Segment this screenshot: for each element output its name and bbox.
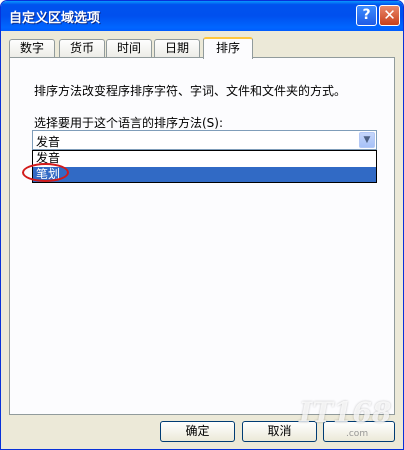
window-title: 自定义区域选项 xyxy=(9,11,101,26)
close-button[interactable]: ✕ xyxy=(379,5,400,26)
sort-method-selected-value: 发音 xyxy=(36,135,61,149)
tab-date[interactable]: 日期 xyxy=(154,39,200,58)
tab-currency[interactable]: 货币 xyxy=(59,39,105,58)
sort-method-label: 选择要用于这个语言的排序方法(S): xyxy=(34,116,224,130)
tab-sort[interactable]: 排序 xyxy=(203,37,253,59)
red-annotation-circle xyxy=(22,163,69,182)
dialog-window: 自定义区域选项 ? ✕ 数字 货币 时间 日期 排序 排序方法改变程序排序字符、… xyxy=(0,0,404,450)
sort-tab-panel: 排序方法改变程序排序字符、字词、文件和文件夹的方式。 选择要用于这个语言的排序方… xyxy=(9,57,395,415)
dropdown-option-pronunciation[interactable]: 发音 xyxy=(33,151,376,166)
sort-method-select[interactable]: 发音 ▼ xyxy=(32,130,377,150)
sort-description: 排序方法改变程序排序字符、字词、文件和文件夹的方式。 xyxy=(34,84,347,98)
chevron-down-icon[interactable]: ▼ xyxy=(359,132,375,148)
tab-time[interactable]: 时间 xyxy=(106,39,152,58)
ok-button[interactable]: 确定 xyxy=(160,421,235,442)
help-button[interactable]: ? xyxy=(356,5,377,26)
watermark-domain: .com xyxy=(346,429,369,439)
dropdown-option-stroke[interactable]: 笔划 xyxy=(33,167,376,182)
title-bar[interactable]: 自定义区域选项 ? ✕ xyxy=(1,1,403,31)
tab-numbers[interactable]: 数字 xyxy=(9,39,55,58)
sort-method-dropdown-list: 发音 笔划 xyxy=(32,150,377,183)
watermark-logo: IT168 xyxy=(299,396,392,429)
